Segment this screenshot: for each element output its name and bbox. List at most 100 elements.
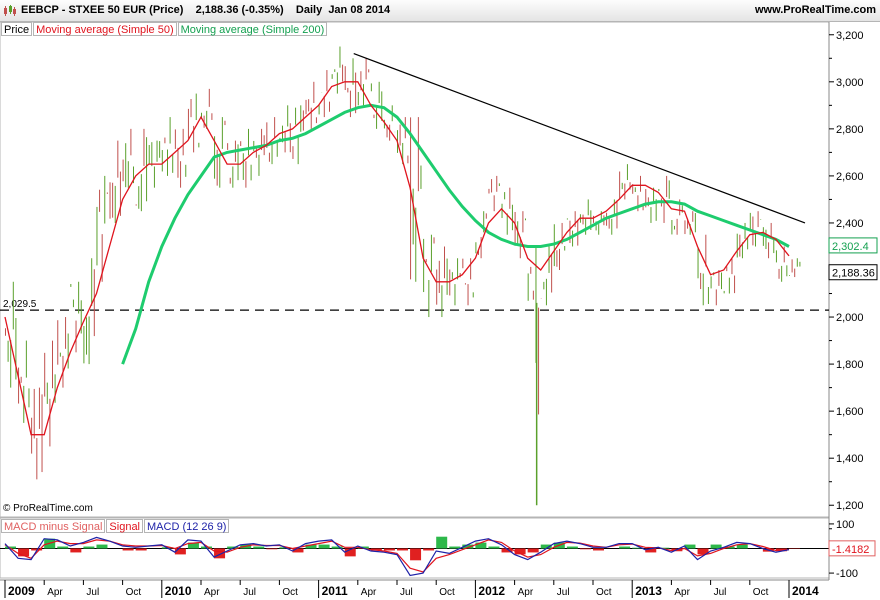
price-y-tick-label: 3,000 [836, 77, 864, 89]
price-y-tick-label: 1,800 [836, 359, 864, 371]
support-line-label: 2,029.5 [3, 299, 37, 310]
x-tick-label: Oct [126, 587, 142, 598]
macd-histogram-bar [645, 548, 657, 553]
price-legend: Price Moving average (Simple 50) Moving … [1, 22, 328, 36]
price-last-value-box [828, 264, 878, 281]
x-tick-label: 2009 [8, 584, 35, 598]
macd-histogram-bar [423, 548, 435, 551]
legend-ma50[interactable]: Moving average (Simple 50) [33, 22, 177, 36]
x-tick-label: Oct [282, 587, 298, 598]
macd-histogram-bar [553, 542, 565, 549]
x-tick-label: Jul [557, 587, 570, 598]
macd-histogram-bar [410, 548, 422, 561]
macd-histogram-bar [710, 544, 722, 549]
macd-histogram-bar [214, 548, 226, 559]
x-tick-label: 2011 [322, 584, 348, 598]
macd-histogram-bar [449, 546, 461, 549]
x-tick-label: Jul [400, 587, 413, 598]
x-tick-label: 2014 [792, 584, 819, 598]
price-y-tick-label: 1,400 [836, 453, 864, 465]
x-tick-label: Apr [204, 587, 220, 598]
legend-price[interactable]: Price [1, 22, 33, 36]
macd-histogram-bar [96, 544, 108, 549]
macd-histogram-bar [357, 546, 369, 549]
macd-histogram-bar [775, 548, 787, 552]
x-tick-label: Oct [753, 587, 769, 598]
macd-histogram-bar [331, 546, 343, 549]
x-tick-label: Oct [596, 587, 612, 598]
macd-histogram-bar [540, 544, 552, 549]
macd-histogram-bar [501, 548, 513, 553]
macd-histogram-bar [684, 544, 696, 549]
macd-histogram-bar [5, 546, 16, 549]
trendline [353, 53, 806, 224]
macd-histogram-bar [174, 548, 186, 555]
macd-histogram-bar [762, 548, 774, 552]
price-y-tick-label: 2,400 [836, 218, 864, 230]
macd-histogram-bar [632, 547, 644, 549]
macd-histogram-bar [44, 538, 56, 549]
macd-histogram-bar [305, 544, 317, 549]
price-y-tick-label: 1,600 [836, 406, 864, 418]
legend-ma200[interactable]: Moving average (Simple 200) [177, 22, 328, 36]
macd-histogram-bar [18, 548, 30, 557]
price-y-tick-label: 2,800 [836, 124, 864, 136]
chart-window: EEBCP - STXEE 50 EUR (Price) 2,188.36 (-… [0, 0, 880, 600]
x-tick-label: 2012 [478, 584, 505, 598]
copyright-text: © ProRealTime.com [3, 503, 93, 514]
macd-line [4, 536, 790, 577]
x-tick-label: 2010 [165, 584, 192, 598]
macd-histogram-bar [723, 546, 735, 549]
signal-line [4, 539, 790, 573]
legend-signal[interactable]: Signal [106, 519, 143, 533]
macd-histogram-bar [70, 548, 82, 553]
macd-histogram-bar [161, 547, 173, 549]
macd-histogram-bar [514, 548, 526, 555]
macd-y-tick-label: -100 [836, 568, 858, 580]
x-tick-label: Apr [47, 587, 63, 598]
macd-histogram-bar [475, 542, 487, 549]
x-tick-label: 2013 [635, 584, 662, 598]
macd-histogram-bar [187, 542, 199, 549]
price-y-tick-label: 3,200 [836, 30, 864, 42]
x-tick-label: Jul [86, 587, 99, 598]
macd-histogram-bar [135, 548, 147, 551]
price-last-value: 2,188.36 [832, 268, 875, 280]
macd-histogram-bar [436, 536, 448, 549]
chart-title: EEBCP - STXEE 50 EUR (Price) 2,188.36 (-… [21, 4, 391, 16]
x-tick-label: Oct [439, 587, 455, 598]
site-link[interactable]: www.ProRealTime.com [755, 4, 876, 16]
macd-histogram-bar [318, 544, 330, 549]
macd-histogram-bar [201, 546, 212, 549]
title-bar: EEBCP - STXEE 50 EUR (Price) 2,188.36 (-… [0, 0, 880, 22]
macd-y-tick-label: 100 [836, 519, 854, 531]
macd-histogram-bar [579, 548, 591, 550]
macd-histogram-bar [383, 548, 395, 551]
macd-histogram-bar [122, 548, 134, 551]
macd-histogram-bar [658, 547, 670, 549]
macd-histogram-bar [279, 547, 291, 549]
macd-histogram-bar [462, 544, 474, 549]
price-panel-frame [0, 21, 830, 518]
macd-last-value: -1.4182 [832, 544, 869, 556]
macd-histogram-bar [566, 546, 578, 549]
macd-histogram-bar [240, 544, 252, 549]
macd-histogram-bar [671, 548, 683, 552]
x-tick-label: Jul [714, 587, 727, 598]
macd-histogram-bar [266, 548, 278, 550]
x-tick-label: Jul [243, 587, 256, 598]
price-y-tick-label: 1,200 [836, 500, 864, 512]
x-tick-label: Apr [518, 587, 534, 598]
macd-histogram-bar [488, 546, 500, 549]
x-tick-label: Apr [674, 587, 690, 598]
legend-macd[interactable]: MACD (12 26 9) [144, 519, 230, 533]
macd-histogram-bar [697, 548, 709, 555]
price-y-tick-label: 2,200 [836, 265, 864, 277]
legend-macd-hist[interactable]: MACD minus Signal [1, 519, 106, 533]
macd-histogram-bar [370, 548, 382, 551]
price-y-tick-label: 2,000 [836, 312, 864, 324]
macd-histogram-bar [57, 546, 69, 549]
macd-legend: MACD minus Signal Signal MACD (12 26 9) [1, 519, 230, 533]
macd-histogram-bar [292, 548, 304, 553]
macd-last-value-box [828, 540, 876, 557]
